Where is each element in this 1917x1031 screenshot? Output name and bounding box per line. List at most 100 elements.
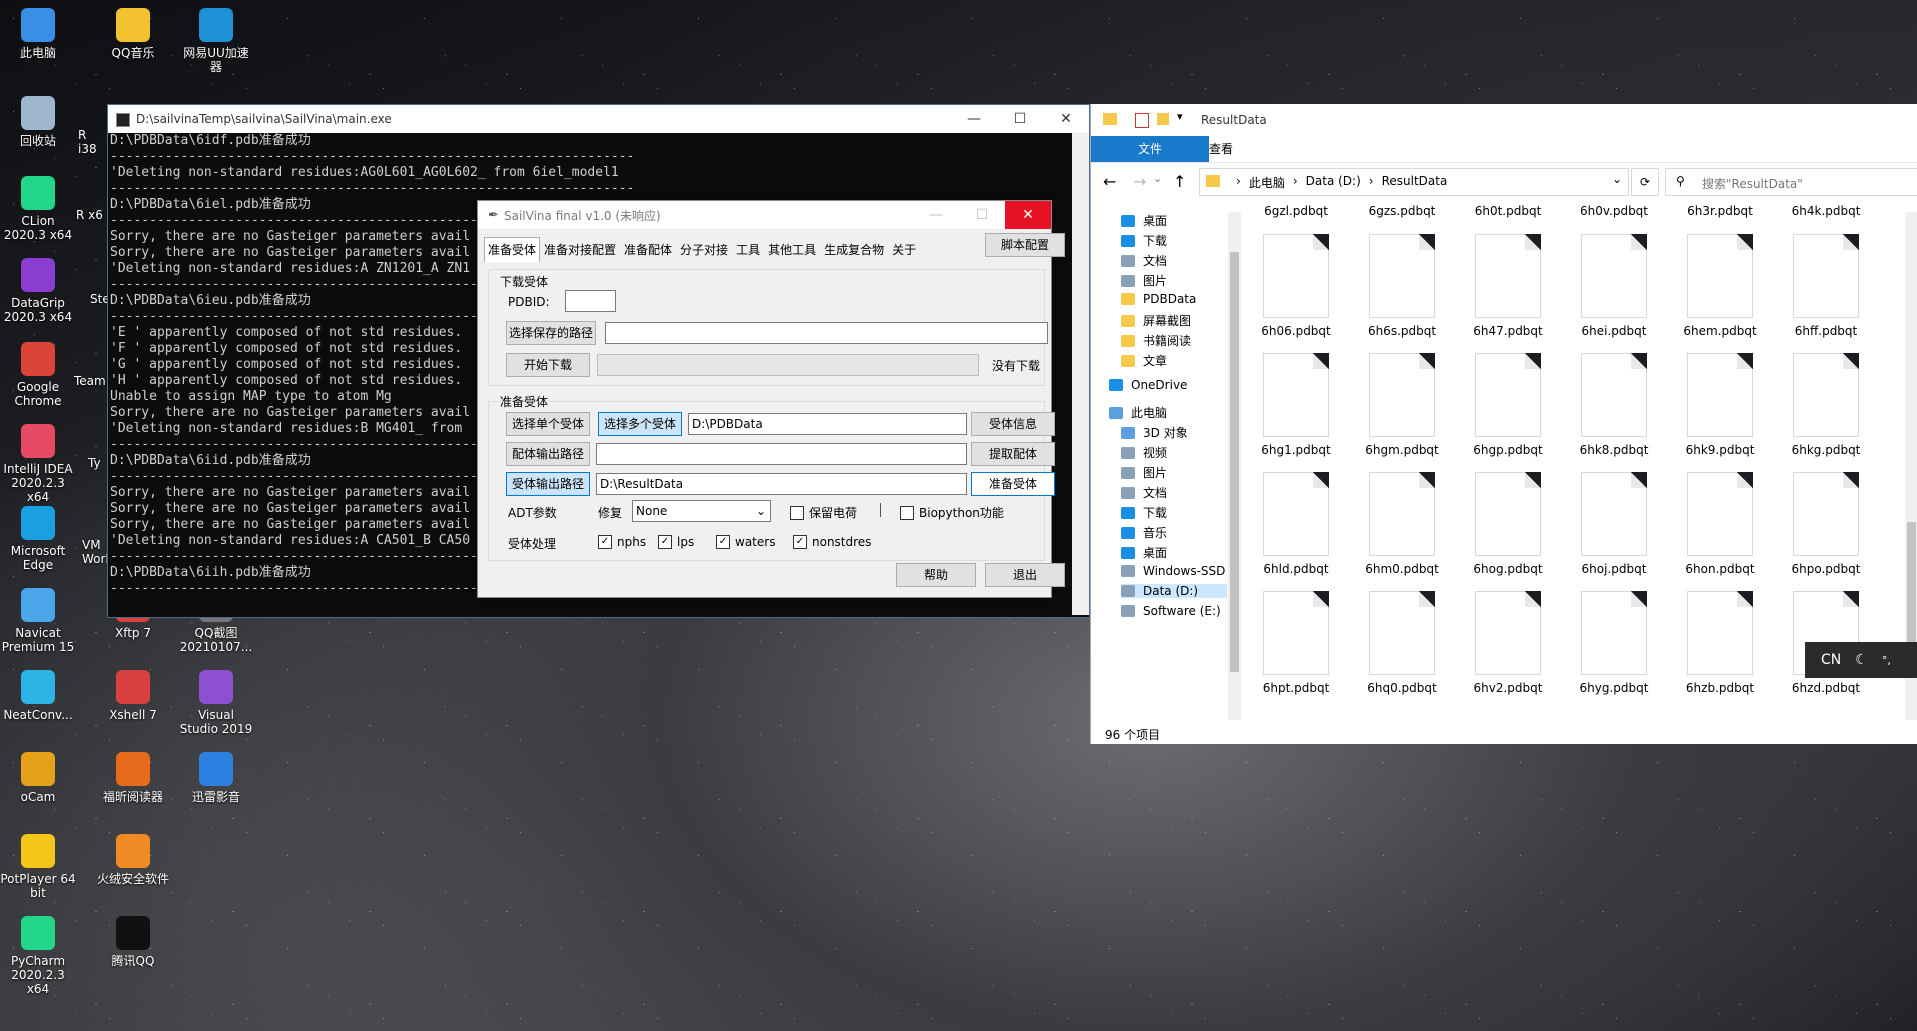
- file-item[interactable]: 6h0v.pdbqt: [1569, 204, 1659, 218]
- desktop-icon-partial[interactable]: R i38: [78, 128, 108, 156]
- desktop-icon[interactable]: Navicat Premium 15: [0, 588, 76, 654]
- explorer-window[interactable]: ▾ ResultData 文件主页共享查看 ← → ⌄ ↑ › 此电脑 › Data …: [1090, 104, 1917, 744]
- file-item[interactable]: 6hk8.pdbqt: [1569, 353, 1659, 457]
- ribbon-tab[interactable]: 文件: [1091, 136, 1209, 162]
- recent-dropdown-icon[interactable]: ⌄: [1153, 172, 1162, 185]
- option-checkbox[interactable]: ✓ waters: [716, 535, 775, 549]
- file-item[interactable]: 6h06.pdbqt: [1251, 234, 1341, 338]
- nav-item[interactable]: 文档: [1121, 252, 1167, 269]
- file-item[interactable]: 6hld.pdbqt: [1251, 472, 1341, 576]
- select-multi-receptor-button[interactable]: 选择多个受体: [598, 412, 682, 436]
- close-icon[interactable]: ✕: [1005, 201, 1051, 229]
- start-download-button[interactable]: 开始下载: [506, 353, 590, 377]
- tab[interactable]: 其他工具: [764, 237, 820, 262]
- file-item[interactable]: 6h6s.pdbqt: [1357, 234, 1447, 338]
- nav-item[interactable]: Software (E:): [1121, 604, 1221, 618]
- save-path-input[interactable]: [605, 322, 1048, 344]
- tab[interactable]: 生成复合物: [820, 237, 888, 262]
- extract-ligand-button[interactable]: 提取配体: [971, 442, 1055, 466]
- choose-save-path-button[interactable]: 选择保存的路径: [506, 321, 596, 345]
- nav-item[interactable]: 下载: [1121, 504, 1167, 521]
- ligand-output-path-button[interactable]: 配体输出路径: [506, 442, 590, 466]
- nav-item[interactable]: Data (D:): [1121, 584, 1227, 598]
- desktop-icon-partial[interactable]: Team: [74, 374, 106, 388]
- desktop-icon[interactable]: DataGrip 2020.3 x64: [0, 258, 76, 324]
- desktop-icon[interactable]: oCam: [0, 752, 76, 804]
- breadcrumb-item[interactable]: Data (D:): [1306, 174, 1361, 191]
- desktop-icon[interactable]: NeatConv...: [0, 670, 76, 722]
- desktop-icon[interactable]: 火绒安全软件: [95, 834, 171, 886]
- desktop-icon[interactable]: Google Chrome: [0, 342, 76, 408]
- file-item[interactable]: 6hpt.pdbqt: [1251, 591, 1341, 695]
- desktop-icon[interactable]: Xshell 7: [95, 670, 171, 722]
- tab[interactable]: 准备配体: [620, 237, 676, 262]
- tab[interactable]: 工具: [732, 237, 764, 262]
- repair-select[interactable]: None ⌄: [632, 500, 771, 522]
- file-item[interactable]: 6h3r.pdbqt: [1675, 204, 1765, 218]
- receptor-output-path-button[interactable]: 受体输出路径: [506, 472, 590, 496]
- desktop-icon[interactable]: IntelliJ IDEA 2020.2.3 x64: [0, 424, 76, 504]
- properties-icon[interactable]: [1135, 113, 1149, 128]
- desktop-icon-partial[interactable]: R x6: [76, 208, 106, 222]
- desktop-icon[interactable]: 腾讯QQ: [95, 916, 171, 968]
- breadcrumb-separator[interactable]: ›: [1236, 174, 1241, 191]
- explorer-titlebar[interactable]: ▾ ResultData: [1091, 104, 1917, 136]
- chevron-down-icon[interactable]: ⌄: [1612, 172, 1622, 186]
- tab[interactable]: 准备对接配置: [540, 237, 620, 262]
- maximize-icon[interactable]: ☐: [959, 201, 1005, 229]
- ligand-output-path-input[interactable]: [596, 443, 967, 465]
- nav-item[interactable]: 屏幕截图: [1121, 312, 1191, 329]
- nav-item[interactable]: OneDrive: [1109, 378, 1187, 392]
- file-item[interactable]: 6hoj.pdbqt: [1569, 472, 1659, 576]
- desktop-icon[interactable]: Visual Studio 2019: [178, 670, 254, 736]
- file-item[interactable]: 6hm0.pdbqt: [1357, 472, 1447, 576]
- breadcrumb-separator[interactable]: ›: [1369, 174, 1374, 191]
- tab[interactable]: 准备受体: [484, 237, 541, 262]
- file-item[interactable]: 6hog.pdbqt: [1463, 472, 1553, 576]
- console-scrollbar[interactable]: [1072, 133, 1089, 615]
- console-titlebar[interactable]: D:\sailvinaTemp\sailvina\SailVina\main.e…: [108, 105, 1089, 133]
- nav-item[interactable]: 书籍阅读: [1121, 332, 1191, 349]
- nav-item[interactable]: 文档: [1121, 484, 1167, 501]
- file-item[interactable]: 6gzs.pdbqt: [1357, 204, 1447, 218]
- nav-item[interactable]: Windows-SSD: [1121, 564, 1225, 578]
- help-button[interactable]: 帮助: [896, 563, 976, 587]
- minimize-icon[interactable]: —: [951, 105, 997, 133]
- receptor-info-button[interactable]: 受体信息: [971, 412, 1055, 436]
- file-item[interactable]: 6h4k.pdbqt: [1781, 204, 1871, 218]
- desktop-icon[interactable]: PotPlayer 64 bit: [0, 834, 76, 900]
- nav-item[interactable]: 3D 对象: [1121, 424, 1188, 441]
- forward-icon[interactable]: →: [1133, 172, 1146, 191]
- file-item[interactable]: 6gzl.pdbqt: [1251, 204, 1341, 218]
- nav-item[interactable]: 音乐: [1121, 524, 1167, 541]
- file-item[interactable]: 6hpo.pdbqt: [1781, 472, 1871, 576]
- nav-item[interactable]: 图片: [1121, 464, 1167, 481]
- file-item[interactable]: 6hei.pdbqt: [1569, 234, 1659, 338]
- files-scrollbar-thumb[interactable]: [1907, 522, 1916, 662]
- dropdown-icon[interactable]: ▾: [1177, 110, 1183, 123]
- desktop-icon[interactable]: 回收站: [0, 96, 76, 148]
- option-checkbox[interactable]: ✓ lps: [658, 535, 694, 549]
- file-item[interactable]: 6hgp.pdbqt: [1463, 353, 1553, 457]
- select-single-receptor-button[interactable]: 选择单个受体: [506, 412, 590, 436]
- desktop-icon[interactable]: 福昕阅读器: [95, 752, 171, 804]
- file-item[interactable]: 6hv2.pdbqt: [1463, 591, 1553, 695]
- receptor-output-path-input[interactable]: D:\ResultData: [596, 473, 967, 495]
- nav-item[interactable]: 文章: [1121, 352, 1167, 369]
- nav-scrollbar[interactable]: [1228, 212, 1241, 720]
- nav-item[interactable]: 下载: [1121, 232, 1167, 249]
- file-item[interactable]: 6h0t.pdbqt: [1463, 204, 1553, 218]
- ime-indicator[interactable]: CN ☾ °,: [1805, 642, 1917, 678]
- file-item[interactable]: 6hq0.pdbqt: [1357, 591, 1447, 695]
- nav-item[interactable]: PDBData: [1121, 292, 1196, 306]
- minimize-icon[interactable]: —: [913, 201, 959, 229]
- biopython-checkbox[interactable]: Biopython功能: [900, 504, 1004, 521]
- receptor-path-input[interactable]: D:\PDBData: [688, 413, 967, 435]
- file-item[interactable]: 6h47.pdbqt: [1463, 234, 1553, 338]
- script-config-button[interactable]: 脚本配置: [985, 233, 1065, 257]
- tab[interactable]: 关于: [888, 237, 920, 262]
- close-icon[interactable]: ✕: [1043, 105, 1089, 133]
- tab[interactable]: 分子对接: [676, 237, 732, 262]
- breadcrumb-item[interactable]: ResultData: [1382, 174, 1448, 191]
- desktop-icon[interactable]: Microsoft Edge: [0, 506, 76, 572]
